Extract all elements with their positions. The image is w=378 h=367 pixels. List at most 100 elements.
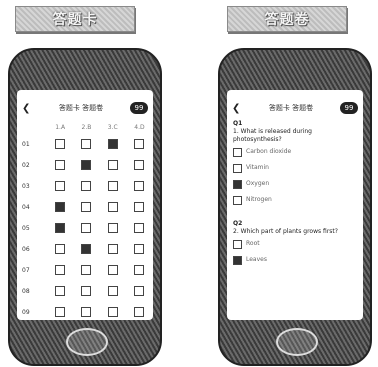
choice-cell (47, 260, 73, 281)
choice-cell (47, 218, 73, 239)
checkbox[interactable] (233, 239, 242, 249)
home-button[interactable] (276, 328, 318, 356)
checkbox[interactable] (55, 180, 66, 191)
nav-title: 答题卡 答题卷 (268, 104, 314, 112)
option-row[interactable]: Carbon dioxide (233, 144, 357, 160)
checked-box[interactable] (55, 222, 66, 233)
answer-grid: 1.A2.B3.C4.D 010203040506070809Q10 (17, 120, 153, 320)
checkbox[interactable] (107, 264, 118, 275)
choice-cell (73, 155, 99, 176)
checkbox[interactable] (134, 306, 145, 317)
question-number: 01 (22, 141, 30, 148)
answer-row: 04 (17, 197, 153, 218)
checkbox[interactable] (107, 180, 118, 191)
phone-left: ❮ 答题卡 答题卷 99 1.A 2.B 3.C 4.D 01 02 03 04 05 06 07… (8, 48, 162, 366)
score-badge[interactable]: 99 (130, 102, 148, 114)
home-button[interactable] (66, 328, 108, 356)
choice-cell (126, 176, 153, 197)
option-row[interactable]: Leaves (233, 252, 357, 268)
column-header: 4.D (134, 123, 145, 131)
choice-cell (73, 260, 99, 281)
option-row[interactable]: Vitamin (233, 160, 357, 176)
choice-cell (126, 302, 153, 320)
checkbox[interactable] (55, 306, 66, 317)
checkbox[interactable] (134, 159, 145, 170)
column-header: 1.A (55, 123, 66, 131)
option-row[interactable]: Nitrogen (233, 192, 357, 208)
checkbox[interactable] (55, 264, 66, 275)
checkbox[interactable] (81, 180, 92, 191)
choice-cell (47, 239, 73, 260)
answer-row: 03 (17, 176, 153, 197)
answer-row: 06 (17, 239, 153, 260)
question-number: 09 (22, 309, 30, 316)
answer-row: 05 (17, 218, 153, 239)
phone-right: ❮ 答题卡 答题卷 99 Q1 1. What is released durin… (218, 48, 372, 366)
choice-cell (47, 176, 73, 197)
checkbox[interactable] (134, 285, 145, 296)
checkbox[interactable] (81, 264, 92, 275)
checked-box[interactable] (81, 243, 92, 254)
checkbox[interactable] (107, 285, 118, 296)
choice-cell (100, 155, 126, 176)
checkbox[interactable] (55, 285, 66, 296)
back-icon[interactable]: ❮ (232, 103, 242, 114)
checkbox[interactable] (81, 285, 92, 296)
option-label: Leaves (246, 256, 267, 263)
checkbox[interactable] (134, 264, 145, 275)
checkbox[interactable] (55, 138, 66, 149)
option-row[interactable]: Oxygen (233, 176, 357, 192)
checked-box[interactable] (55, 201, 66, 212)
checkbox[interactable] (134, 138, 145, 149)
checkbox[interactable] (134, 243, 145, 254)
option-row[interactable]: Root (233, 236, 357, 252)
checkbox[interactable] (81, 306, 92, 317)
answer-row: 09 (17, 302, 153, 320)
checkbox[interactable] (55, 243, 66, 254)
score-badge[interactable]: 99 (340, 102, 358, 114)
choice-cell (47, 281, 73, 302)
choice-cell (100, 260, 126, 281)
checkbox[interactable] (233, 195, 242, 205)
choice-cell (73, 281, 99, 302)
checked-box[interactable] (233, 255, 242, 265)
question-number: 05 (22, 225, 30, 232)
choice-cell (126, 260, 153, 281)
checkbox[interactable] (107, 243, 118, 254)
question-block: Q2 2. Which part of plants grows first? Ro… (227, 208, 363, 268)
choice-cell (100, 281, 126, 302)
choice-cell (73, 134, 99, 155)
question-number: 08 (22, 288, 30, 295)
choice-cell (100, 176, 126, 197)
choice-cell (126, 218, 153, 239)
question-number: 07 (22, 267, 30, 274)
checkbox[interactable] (233, 163, 242, 173)
choice-cell (126, 281, 153, 302)
choice-cell (47, 197, 73, 218)
checked-box[interactable] (81, 159, 92, 170)
checkbox[interactable] (81, 138, 92, 149)
checkbox[interactable] (55, 159, 66, 170)
checkbox[interactable] (107, 306, 118, 317)
choice-cell (73, 218, 99, 239)
checkbox[interactable] (134, 222, 145, 233)
checkbox[interactable] (107, 222, 118, 233)
checkbox[interactable] (107, 159, 118, 170)
checkbox[interactable] (81, 222, 92, 233)
checkbox[interactable] (134, 180, 145, 191)
choice-cell (100, 239, 126, 260)
back-icon[interactable]: ❮ (22, 103, 32, 114)
answer-sheet-screen: ❮ 答题卡 答题卷 99 Q1 1. What is released durin… (227, 90, 363, 320)
option-label: Carbon dioxide (246, 148, 292, 155)
checkbox[interactable] (107, 201, 118, 212)
checked-box[interactable] (233, 179, 242, 189)
choice-cell (73, 176, 99, 197)
checkbox[interactable] (81, 201, 92, 212)
checkbox[interactable] (233, 147, 242, 157)
choice-cell (126, 134, 153, 155)
choice-cell (126, 197, 153, 218)
question-number: Q2 (233, 220, 243, 227)
column-header (17, 120, 47, 134)
checked-box[interactable] (107, 138, 118, 149)
checkbox[interactable] (134, 201, 145, 212)
